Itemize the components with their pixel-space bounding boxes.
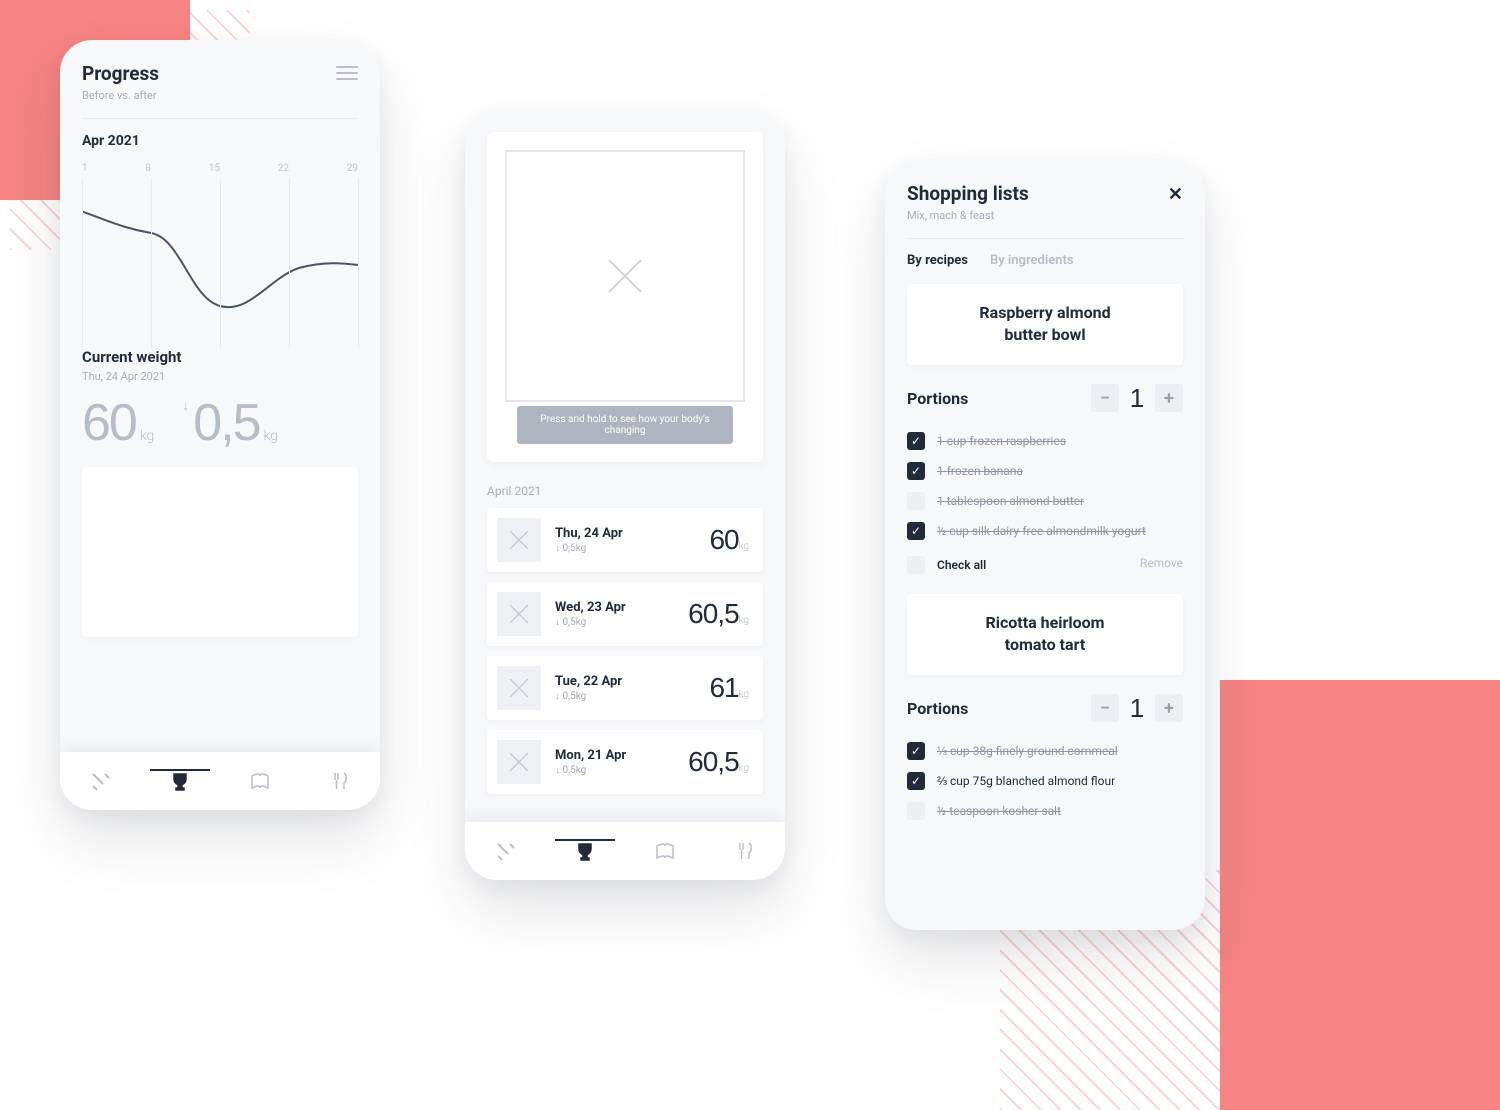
phone-progress: Progress Before vs. after Apr 2021 1 8 1…	[60, 40, 380, 810]
entry-weight: 60,5kg	[688, 600, 749, 628]
entry-date: Thu, 24 Apr	[555, 526, 695, 541]
tab-bar	[60, 752, 380, 810]
portions-label: Portions	[907, 389, 968, 408]
axis-tick: 1	[82, 163, 88, 174]
ingredient-checkbox[interactable]	[907, 492, 925, 510]
tab-meals-icon[interactable]	[320, 770, 360, 792]
ingredient-row: ✓ ½ cup silk dairy-free almondmilk yogurt	[907, 516, 1183, 546]
history-entry[interactable]: Tue, 22 Apr ↓ 0,5kg 61kg	[487, 656, 763, 720]
axis-tick: 15	[209, 163, 220, 174]
history-entry[interactable]: Mon, 21 Apr ↓ 0,5kg 60,5kg	[487, 730, 763, 794]
chart-month: Apr 2021	[82, 133, 358, 149]
ingredient-text: ⅓ cup 38g finely ground cornmeal	[937, 744, 1118, 758]
ingredient-row: ✓ 1 frozen banana	[907, 456, 1183, 486]
entry-weight: 60,5kg	[688, 748, 749, 776]
tab-progress-icon[interactable]	[160, 770, 200, 792]
tab-by-ingredients[interactable]: By ingredients	[990, 253, 1074, 268]
image-placeholder	[82, 467, 358, 637]
list-mode-tabs: By recipes By ingredients	[907, 253, 1183, 268]
ingredient-row: 1 tablespoon almond butter	[907, 486, 1183, 516]
ingredient-text: 1 tablespoon almond butter	[937, 494, 1084, 508]
hero-image-card[interactable]: Press and hold to see how your body's ch…	[487, 132, 763, 462]
entry-date: Mon, 21 Apr	[555, 748, 674, 763]
portions-stepper: −1 +	[1091, 383, 1183, 414]
history-entry[interactable]: Thu, 24 Apr ↓ 0,5kg 60kg	[487, 508, 763, 572]
image-placeholder-icon	[505, 150, 745, 402]
thumb-placeholder-icon	[497, 518, 541, 562]
entry-date: Wed, 23 Apr	[555, 600, 674, 615]
tab-by-recipes[interactable]: By recipes	[907, 253, 968, 268]
recipe-card[interactable]: Ricotta heirloomtomato tart	[907, 594, 1183, 675]
entry-weight: 61kg	[709, 674, 749, 702]
ingredient-checkbox[interactable]	[907, 802, 925, 820]
ingredient-checkbox[interactable]: ✓	[907, 742, 925, 760]
portions-minus[interactable]: −	[1091, 384, 1119, 412]
tab-recipes-icon[interactable]	[645, 840, 685, 862]
portions-stepper: −1 +	[1091, 693, 1183, 724]
divider	[907, 238, 1183, 239]
ingredient-text: ½ cup silk dairy-free almondmilk yogurt	[937, 524, 1146, 538]
portions-label: Portions	[907, 699, 968, 718]
page-title: Progress	[82, 62, 358, 85]
ingredient-checkbox[interactable]: ✓	[907, 462, 925, 480]
ingredient-checkbox[interactable]: ✓	[907, 772, 925, 790]
ingredient-row: ✓ 1 cup frozen raspberries	[907, 426, 1183, 456]
entry-delta: ↓ 0,5kg	[555, 765, 674, 776]
portions-minus[interactable]: −	[1091, 694, 1119, 722]
portions-plus[interactable]: +	[1155, 384, 1183, 412]
recipe-card[interactable]: Raspberry almondbutter bowl	[907, 284, 1183, 365]
entry-date: Tue, 22 Apr	[555, 674, 695, 689]
check-all-button[interactable]: Check all	[907, 556, 986, 574]
tab-meals-icon[interactable]	[725, 840, 765, 862]
current-weight-date: Thu, 24 Apr 2021	[82, 370, 358, 383]
page-title: Shopping lists	[907, 182, 1183, 205]
close-icon[interactable]: ✕	[1168, 184, 1183, 205]
divider	[82, 118, 358, 119]
axis-tick: 8	[145, 163, 151, 174]
axis-tick: 29	[347, 163, 358, 174]
hold-tip: Press and hold to see how your body's ch…	[517, 406, 733, 444]
tab-plan-icon[interactable]	[485, 840, 525, 862]
entry-weight: 60kg	[709, 526, 749, 554]
ingredient-checkbox[interactable]: ✓	[907, 522, 925, 540]
current-weight-label: Current weight	[82, 348, 358, 366]
chart-area	[82, 178, 358, 348]
page-subtitle: Mix, mach & feast	[907, 209, 1183, 222]
tab-recipes-icon[interactable]	[240, 770, 280, 792]
tab-plan-icon[interactable]	[80, 770, 120, 792]
ingredient-checkbox[interactable]: ✓	[907, 432, 925, 450]
ingredient-text: 1 frozen banana	[937, 464, 1023, 478]
portions-value: 1	[1129, 383, 1145, 414]
page-subtitle: Before vs. after	[82, 89, 358, 102]
history-month: April 2021	[487, 484, 763, 498]
entry-delta: ↓ 0,5kg	[555, 543, 695, 554]
weight-delta: ↓ 0,5 kg	[182, 397, 278, 449]
tab-progress-icon[interactable]	[565, 840, 605, 862]
phone-shopping: Shopping lists Mix, mach & feast ✕ By re…	[885, 160, 1205, 930]
chart-axis: 1 8 15 22 29	[82, 163, 358, 174]
axis-tick: 22	[278, 163, 289, 174]
history-entry[interactable]: Wed, 23 Apr ↓ 0,5kg 60,5kg	[487, 582, 763, 646]
ingredient-row: ✓ ⅔ cup 75g blanched almond flour	[907, 766, 1183, 796]
portions-plus[interactable]: +	[1155, 694, 1183, 722]
weight-unit: kg	[140, 428, 155, 444]
ingredient-text: ½ teaspoon kosher salt	[937, 804, 1061, 818]
accent-block-bottom	[1220, 680, 1500, 1110]
ingredient-row: ½ teaspoon kosher salt	[907, 796, 1183, 826]
arrow-down-icon: ↓	[182, 398, 189, 414]
ingredient-row: ✓ ⅓ cup 38g finely ground cornmeal	[907, 736, 1183, 766]
entry-delta: ↓ 0,5kg	[555, 617, 674, 628]
ingredient-text: ⅔ cup 75g blanched almond flour	[937, 774, 1115, 788]
current-weight-value: 60 kg	[82, 397, 154, 449]
menu-icon[interactable]	[336, 66, 358, 80]
phone-history: Press and hold to see how your body's ch…	[465, 110, 785, 880]
thumb-placeholder-icon	[497, 592, 541, 636]
remove-button[interactable]: Remove	[1140, 556, 1183, 574]
ingredient-text: 1 cup frozen raspberries	[937, 434, 1066, 448]
thumb-placeholder-icon	[497, 740, 541, 784]
portions-value: 1	[1129, 693, 1145, 724]
thumb-placeholder-icon	[497, 666, 541, 710]
tab-bar	[465, 822, 785, 880]
entry-delta: ↓ 0,5kg	[555, 691, 695, 702]
